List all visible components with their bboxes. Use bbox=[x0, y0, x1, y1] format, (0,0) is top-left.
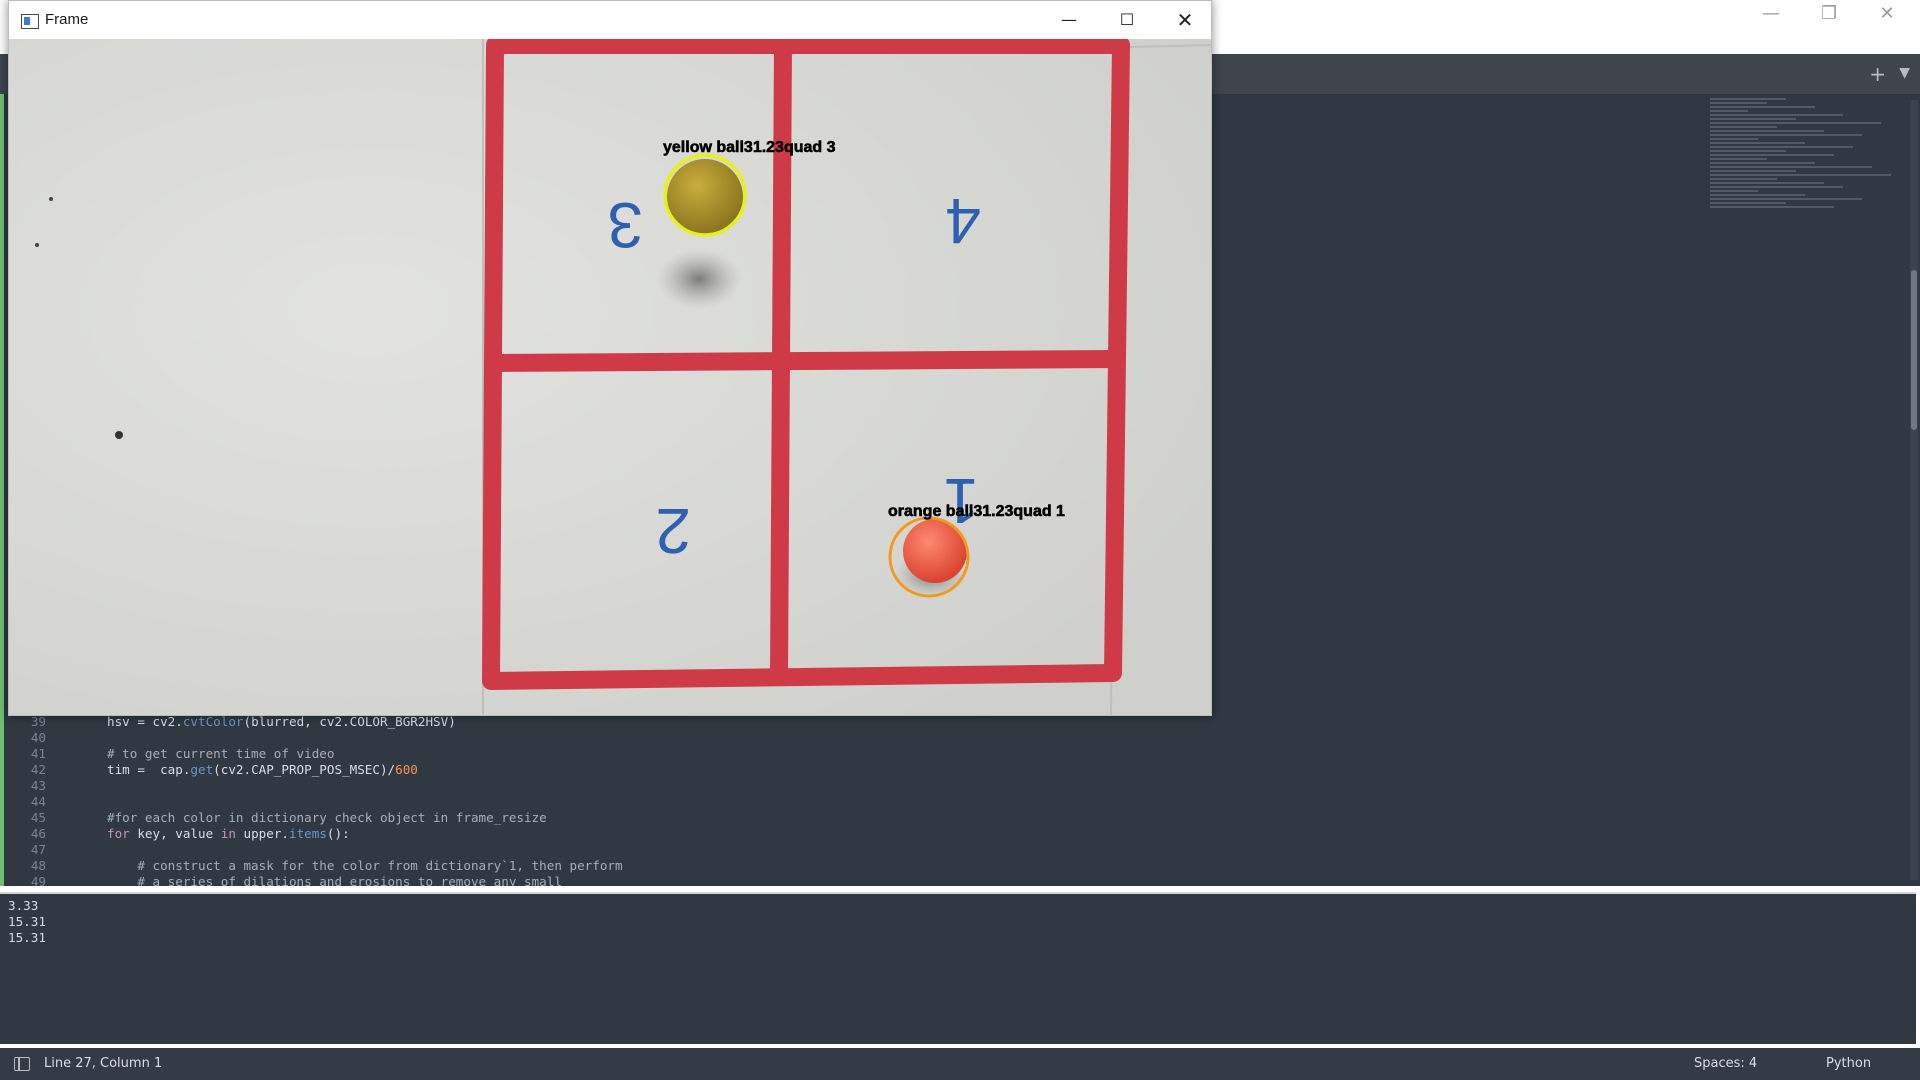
yellow-ball-shadow bbox=[657, 249, 741, 309]
code-line[interactable]: 46 for key, value in upper.items(): bbox=[0, 826, 1900, 842]
console-line: 15.31 bbox=[8, 914, 46, 929]
minimize-icon[interactable]: — bbox=[1742, 0, 1800, 30]
code-line[interactable]: 49 # a series of dilations and erosions … bbox=[0, 874, 1900, 886]
code-text[interactable]: tim = cap.get(cv2.CAP_PROP_POS_MSEC)/600 bbox=[107, 762, 418, 778]
console-output: 3.33 15.31 15.31 bbox=[0, 894, 1916, 950]
console-line: 15.31 bbox=[8, 930, 46, 945]
editor-scrollbar[interactable] bbox=[1910, 100, 1918, 880]
window-app-icon bbox=[21, 14, 39, 29]
quadrant-number-3: 3 bbox=[607, 189, 643, 261]
yellow-ball-label: yellow ball31.23quad 3 bbox=[663, 139, 836, 156]
line-number: 40 bbox=[30, 730, 46, 745]
editor-scrollbar-thumb[interactable] bbox=[1911, 270, 1917, 430]
camera-frame-image: 3 4 2 1 yellow ball31.23quad 3 orange ba… bbox=[9, 39, 1211, 715]
new-tab-plus-icon[interactable]: + bbox=[1869, 62, 1886, 86]
code-text[interactable]: # to get current time of video bbox=[107, 746, 334, 762]
line-number: 49 bbox=[30, 874, 46, 886]
floor-speck bbox=[115, 431, 123, 439]
code-text[interactable]: # construct a mask for the color from di… bbox=[107, 858, 622, 874]
close-icon[interactable]: ✕ bbox=[1858, 0, 1916, 30]
line-number: 48 bbox=[30, 858, 46, 873]
code-line[interactable]: 47 bbox=[0, 842, 1900, 858]
tape-horizontal-divider bbox=[492, 350, 1118, 372]
code-line[interactable]: 48 # construct a mask for the color from… bbox=[0, 858, 1900, 874]
line-number: 41 bbox=[30, 746, 46, 761]
floor-speck bbox=[35, 243, 39, 247]
quadrant-number-2: 2 bbox=[655, 495, 691, 567]
line-number: 45 bbox=[30, 810, 46, 825]
quadrant-number-4: 4 bbox=[945, 185, 981, 257]
code-line[interactable]: 42 tim = cap.get(cv2.CAP_PROP_POS_MSEC)/6… bbox=[0, 762, 1900, 778]
line-number: 47 bbox=[30, 842, 46, 857]
show-panel-icon[interactable] bbox=[14, 1057, 30, 1071]
line-number: 44 bbox=[30, 794, 46, 809]
code-line[interactable]: 41 # to get current time of video bbox=[0, 746, 1900, 762]
frame-minimize-icon[interactable]: — bbox=[1041, 5, 1097, 35]
line-number: 43 bbox=[30, 778, 46, 793]
code-view[interactable]: 39 hsv = cv2.cvtColor(blurred, cv2.COLOR_… bbox=[0, 714, 1900, 886]
frame-close-icon[interactable]: ✕ bbox=[1157, 5, 1211, 35]
cursor-position[interactable]: Line 27, Column 1 bbox=[44, 1056, 162, 1071]
code-text[interactable]: hsv = cv2.cvtColor(blurred, cv2.COLOR_BG… bbox=[107, 714, 456, 730]
indentation-setting[interactable]: Spaces: 4 bbox=[1694, 1056, 1757, 1071]
code-line[interactable]: 45 #for each color in dictionary check ob… bbox=[0, 810, 1900, 826]
code-line[interactable]: 40 bbox=[0, 730, 1900, 746]
code-text[interactable]: #for each color in dictionary check obje… bbox=[107, 810, 547, 826]
console-line: 3.33 bbox=[8, 898, 39, 913]
code-line[interactable]: 39 hsv = cv2.cvtColor(blurred, cv2.COLOR_… bbox=[0, 714, 1900, 730]
output-console[interactable]: 3.33 15.31 15.31 bbox=[0, 892, 1916, 1044]
line-number: 39 bbox=[30, 714, 46, 729]
floor-background bbox=[9, 39, 1211, 715]
tab-dropdown-icon[interactable]: ▼ bbox=[1899, 65, 1910, 81]
minimap[interactable] bbox=[1710, 96, 1900, 416]
frame-window[interactable]: Frame — ☐ ✕ 3 4 2 1 yellow ball31.23quad… bbox=[8, 0, 1212, 716]
status-bar: Line 27, Column 1 Spaces: 4 Python bbox=[0, 1048, 1920, 1080]
frame-title: Frame bbox=[45, 11, 89, 28]
line-number: 46 bbox=[30, 826, 46, 841]
syntax-selector[interactable]: Python bbox=[1826, 1056, 1871, 1071]
line-number: 42 bbox=[30, 762, 46, 777]
restore-icon[interactable]: ❐ bbox=[1800, 0, 1858, 30]
frame-titlebar[interactable]: Frame — ☐ ✕ bbox=[9, 1, 1211, 39]
frame-maximize-icon[interactable]: ☐ bbox=[1099, 5, 1155, 35]
code-line[interactable]: 44 bbox=[0, 794, 1900, 810]
orange-ball-label: orange ball31.23quad 1 bbox=[888, 503, 1065, 520]
code-text[interactable]: # a series of dilations and erosions to … bbox=[107, 874, 562, 886]
code-line[interactable]: 43 bbox=[0, 778, 1900, 794]
code-text[interactable]: for key, value in upper.items(): bbox=[107, 826, 350, 842]
floor-speck bbox=[49, 197, 53, 201]
